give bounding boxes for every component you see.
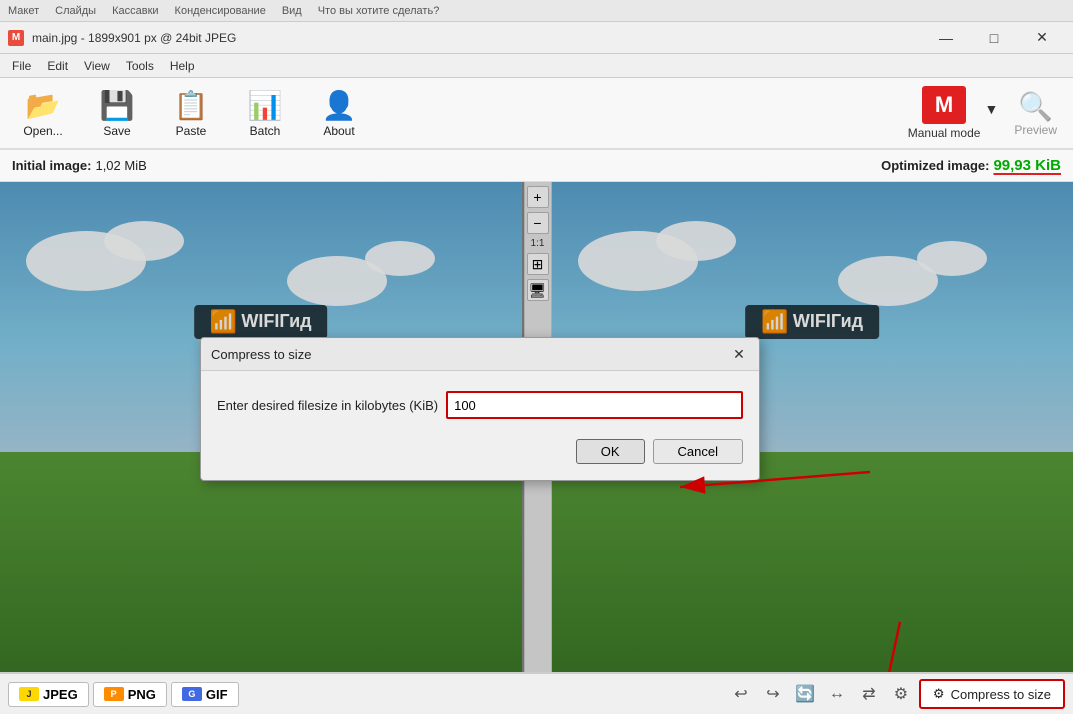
open-label: Open... bbox=[23, 124, 62, 138]
rotate-right-button[interactable]: ↔ bbox=[823, 680, 851, 708]
app-icon: M bbox=[8, 30, 24, 46]
menu-file[interactable]: File bbox=[4, 57, 39, 75]
png-label: PNG bbox=[128, 687, 156, 702]
minimize-button[interactable]: — bbox=[923, 22, 969, 54]
close-button[interactable]: ✕ bbox=[1019, 22, 1065, 54]
toolbar-right: M Manual mode ▼ 🔍 Preview bbox=[900, 82, 1065, 144]
bottom-right-tools: ↩ ↪ 🔄 ↔ ⇄ ⚙ ⚙ Compress to size bbox=[727, 679, 1065, 709]
save-icon: 💾 bbox=[100, 89, 135, 122]
window-controls: — □ ✕ bbox=[923, 22, 1065, 54]
topnav-item[interactable]: Макет bbox=[8, 5, 39, 17]
manual-mode-icon: M bbox=[922, 86, 966, 124]
jpeg-label: JPEG bbox=[43, 687, 78, 702]
batch-label: Batch bbox=[250, 124, 281, 138]
topnav-item[interactable]: Кассавки bbox=[112, 5, 158, 17]
dialog-content: Enter desired filesize in kilobytes (KiB… bbox=[201, 371, 759, 480]
filesize-input[interactable] bbox=[446, 391, 743, 419]
preview-label: Preview bbox=[1014, 123, 1057, 137]
batch-icon: 📊 bbox=[248, 89, 283, 122]
gif-label: GIF bbox=[206, 687, 228, 702]
dialog-title: Compress to size bbox=[211, 347, 311, 362]
settings-button[interactable]: ⚙ bbox=[887, 680, 915, 708]
optimized-label: Optimized image: bbox=[881, 158, 989, 173]
dialog-input-label: Enter desired filesize in kilobytes (KiB… bbox=[217, 398, 438, 413]
preview-icon: 🔍 bbox=[1018, 90, 1053, 123]
save-label: Save bbox=[103, 124, 130, 138]
toolbar: 📂 Open... 💾 Save 📋 Paste 📊 Batch 👤 About… bbox=[0, 78, 1073, 150]
dialog-buttons: OK Cancel bbox=[217, 439, 743, 464]
save-button[interactable]: 💾 Save bbox=[82, 81, 152, 145]
menu-tools[interactable]: Tools bbox=[118, 57, 162, 75]
paste-icon: 📋 bbox=[174, 89, 209, 122]
menubar: File Edit View Tools Help bbox=[0, 54, 1073, 78]
dialog-overlay: Compress to size ✕ Enter desired filesiz… bbox=[0, 182, 1073, 672]
initial-label: Initial image: bbox=[12, 158, 91, 173]
maximize-button[interactable]: □ bbox=[971, 22, 1017, 54]
paste-label: Paste bbox=[176, 124, 207, 138]
dialog-ok-button[interactable]: OK bbox=[576, 439, 645, 464]
dialog-input-row: Enter desired filesize in kilobytes (KiB… bbox=[217, 391, 743, 419]
jpeg-format-button[interactable]: J JPEG bbox=[8, 682, 89, 707]
window-title: main.jpg - 1899x901 px @ 24bit JPEG bbox=[32, 31, 923, 45]
rotate-left-button[interactable]: 🔄 bbox=[791, 680, 819, 708]
topnav-item[interactable]: Вид bbox=[282, 5, 302, 17]
topnav-item[interactable]: Слайды bbox=[55, 5, 96, 17]
bottombar: J JPEG P PNG G GIF ↩ ↪ 🔄 ↔ ⇄ ⚙ ⚙ Compres… bbox=[0, 672, 1073, 714]
open-button[interactable]: 📂 Open... bbox=[8, 81, 78, 145]
top-navigation: Макет Слайды Кассавки Конденсирование Ви… bbox=[0, 0, 1073, 22]
about-icon: 👤 bbox=[322, 89, 357, 122]
compress-dialog: Compress to size ✕ Enter desired filesiz… bbox=[200, 337, 760, 481]
manual-mode-button[interactable]: M Manual mode bbox=[900, 82, 989, 144]
gif-icon: G bbox=[182, 687, 202, 701]
about-button[interactable]: 👤 About bbox=[304, 81, 374, 145]
infobar: Initial image: 1,02 MiB Optimized image:… bbox=[0, 150, 1073, 182]
preview-button[interactable]: 🔍 Preview bbox=[1006, 86, 1065, 141]
compress-label: Compress to size bbox=[951, 687, 1051, 702]
titlebar: M main.jpg - 1899x901 px @ 24bit JPEG — … bbox=[0, 22, 1073, 54]
paste-button[interactable]: 📋 Paste bbox=[156, 81, 226, 145]
optimized-value: 99,93 KiB bbox=[993, 157, 1061, 174]
compress-to-size-button[interactable]: ⚙ Compress to size bbox=[919, 679, 1065, 709]
menu-view[interactable]: View bbox=[76, 57, 118, 75]
compress-icon: ⚙ bbox=[933, 686, 945, 702]
main-area: 📶 WIFIГид + − 1:1 ⊞ 🖥 📶 bbox=[0, 182, 1073, 672]
menu-edit[interactable]: Edit bbox=[39, 57, 76, 75]
undo-button[interactable]: ↩ bbox=[727, 680, 755, 708]
jpeg-icon: J bbox=[19, 687, 39, 701]
gif-format-button[interactable]: G GIF bbox=[171, 682, 239, 707]
png-format-button[interactable]: P PNG bbox=[93, 682, 167, 707]
menu-help[interactable]: Help bbox=[162, 57, 203, 75]
topnav-item[interactable]: Конденсирование bbox=[175, 5, 266, 17]
topnav-item[interactable]: Что вы хотите сделать? bbox=[318, 5, 440, 17]
flip-button[interactable]: ⇄ bbox=[855, 680, 883, 708]
dialog-cancel-button[interactable]: Cancel bbox=[653, 439, 743, 464]
dialog-titlebar: Compress to size ✕ bbox=[201, 338, 759, 371]
redo-button[interactable]: ↪ bbox=[759, 680, 787, 708]
batch-button[interactable]: 📊 Batch bbox=[230, 81, 300, 145]
open-icon: 📂 bbox=[26, 89, 61, 122]
mode-dropdown-arrow[interactable]: ▼ bbox=[984, 101, 998, 117]
manual-mode-label: Manual mode bbox=[908, 126, 981, 140]
about-label: About bbox=[323, 124, 354, 138]
png-icon: P bbox=[104, 687, 124, 701]
dialog-close-button[interactable]: ✕ bbox=[729, 344, 749, 364]
initial-value: 1,02 MiB bbox=[95, 158, 146, 173]
